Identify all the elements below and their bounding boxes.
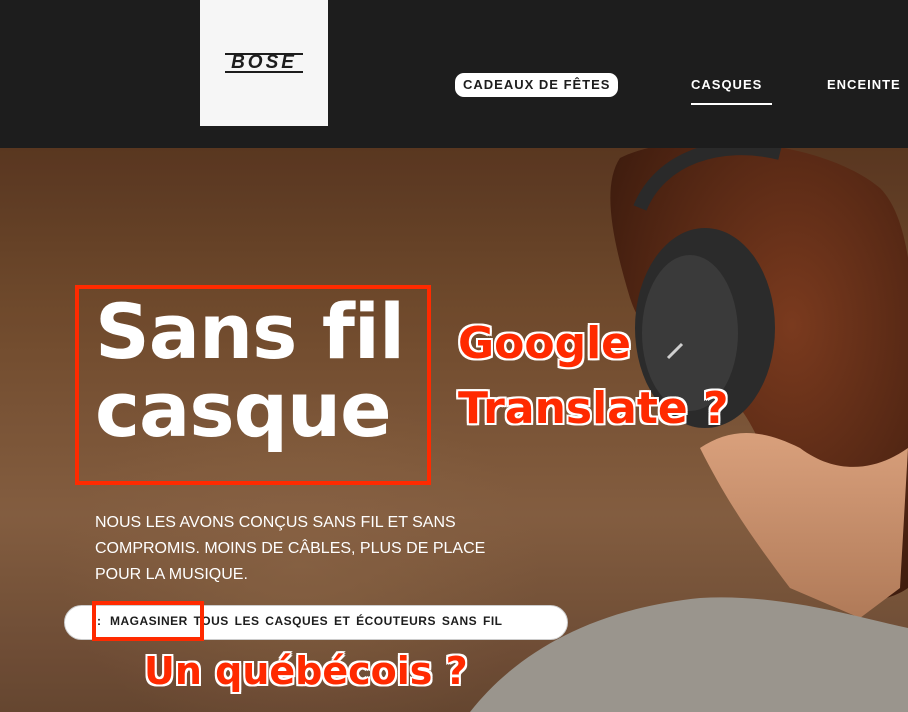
annotation-quebecois: Un québécois ?: [144, 649, 468, 693]
site-header: BOSE CADEAUX DE FÊTES CASQUES ENCEINTE: [0, 0, 908, 148]
magasiner-highlight-box: [92, 601, 204, 641]
logo-wordmark: BOSE: [225, 53, 303, 73]
nav-item-enceintes[interactable]: ENCEINTE: [827, 77, 901, 92]
nav-item-casques[interactable]: CASQUES: [691, 77, 762, 92]
nav-item-cadeaux[interactable]: CADEAUX DE FÊTES: [455, 73, 619, 97]
brand-logo[interactable]: BOSE: [200, 0, 328, 126]
headline-line-2: casque: [95, 365, 392, 454]
headline-line-1: Sans fil: [95, 287, 405, 376]
annotation-google: Google: [458, 318, 631, 369]
nav-active-underline: [691, 103, 772, 105]
hero-headline: Sans fil casque: [95, 287, 405, 454]
annotation-translate: Translate ?: [458, 383, 729, 434]
hero-subtitle: NOUS LES AVONS CONÇUS SANS FIL ET SANS C…: [95, 514, 486, 583]
